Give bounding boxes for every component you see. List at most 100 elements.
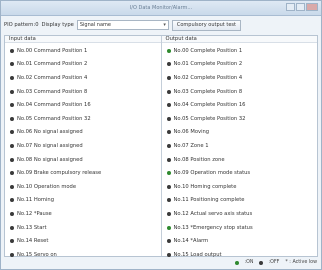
- off-indicator-icon: [166, 184, 171, 189]
- output-signal-label: No.11 Positioning complete: [173, 197, 245, 204]
- compulsory-output-test-button[interactable]: Compulsory output test: [171, 19, 241, 31]
- input-row: No.12 *Pause: [5, 207, 161, 221]
- legend-on-label: :ON: [244, 260, 254, 265]
- off-indicator-icon: [10, 116, 14, 121]
- status-bar: :ON :OFF * : Active low: [1, 256, 321, 269]
- window-title: I/O Data Monitor/Alarm...: [129, 5, 193, 11]
- minimize-button[interactable]: [286, 3, 295, 11]
- off-indicator-icon: [10, 211, 14, 216]
- input-signal-label: No.00 Command Position 1: [17, 47, 88, 54]
- input-signal-label: No.05 Command Position 32: [17, 115, 91, 122]
- output-signal-label: No.03 Complete Position 8: [173, 88, 243, 95]
- off-indicator-icon: [10, 198, 14, 203]
- display-type-select[interactable]: Signal name ▾: [76, 20, 169, 30]
- input-signal-label: No.12 *Pause: [17, 210, 52, 217]
- input-row: No.13 Start: [5, 221, 161, 235]
- input-row: No.05 Command Position 32: [5, 112, 161, 126]
- input-row: No.00 Command Position 1: [5, 44, 161, 58]
- title-bar: I/O Data Monitor/Alarm...: [1, 1, 321, 16]
- output-signal-label: No.05 Complete Position 32: [173, 115, 246, 122]
- input-data-list: No.00 Command Position 1 No.01 Command Po…: [5, 43, 161, 262]
- legend-off-label: :OFF: [268, 260, 280, 265]
- legend-off: :OFF: [259, 260, 279, 265]
- active-low-note: * : Active low: [285, 260, 317, 265]
- off-indicator-icon: [10, 143, 14, 148]
- input-signal-label: No.01 Command Position 2: [17, 61, 88, 68]
- input-row: No.09 Brake compulsory release: [5, 166, 161, 180]
- off-indicator-icon: [10, 184, 14, 189]
- legend-on: :ON: [235, 260, 253, 265]
- input-signal-label: No.06 No signal assigned: [17, 129, 83, 136]
- on-indicator-icon: [235, 260, 240, 265]
- output-signal-label: No.10 Homing complete: [173, 183, 237, 190]
- output-row: No.08 Position zone: [162, 153, 318, 167]
- input-data-header: Input data: [5, 36, 161, 43]
- input-row: No.04 Command Position 16: [5, 98, 161, 112]
- output-data-list: No.00 Complete Position 1 No.01 Complete …: [162, 43, 318, 262]
- output-signal-label: No.13 *Emergency stop status: [173, 224, 253, 231]
- input-row: No.03 Command Position 8: [5, 85, 161, 99]
- off-indicator-icon: [10, 89, 14, 94]
- off-indicator-icon: [166, 157, 171, 162]
- output-signal-label: No.08 Position zone: [173, 156, 225, 163]
- output-signal-label: No.02 Complete Position 4: [173, 74, 243, 81]
- input-row: No.02 Command Position 4: [5, 71, 161, 85]
- off-indicator-icon: [10, 75, 14, 80]
- off-indicator-icon: [10, 239, 14, 244]
- off-indicator-icon: [166, 75, 171, 80]
- output-row: No.09 Operation mode status: [162, 166, 318, 180]
- output-row: No.05 Complete Position 32: [162, 112, 318, 126]
- off-indicator-icon: [10, 103, 14, 108]
- output-row: No.04 Complete Position 16: [162, 98, 318, 112]
- output-row: No.07 Zone 1: [162, 139, 318, 153]
- input-signal-label: No.07 No signal assigned: [17, 142, 83, 149]
- output-row: No.02 Complete Position 4: [162, 71, 318, 85]
- on-indicator-icon: [166, 225, 171, 230]
- io-monitor-window: I/O Data Monitor/Alarm... PIO pattern:0 …: [0, 0, 322, 270]
- output-row: No.03 Complete Position 8: [162, 85, 318, 99]
- output-signal-label: No.07 Zone 1: [173, 142, 209, 149]
- display-type-label: Display type: [41, 22, 74, 28]
- output-signal-label: No.09 Operation mode status: [173, 170, 251, 177]
- input-row: No.01 Command Position 2: [5, 58, 161, 72]
- input-row: No.11 Homing: [5, 194, 161, 208]
- input-signal-label: No.04 Command Position 16: [17, 102, 91, 109]
- input-signal-label: No.03 Command Position 8: [17, 88, 88, 95]
- close-button[interactable]: [306, 3, 318, 11]
- window-controls: [286, 3, 318, 11]
- off-indicator-icon: [10, 130, 14, 135]
- input-signal-label: No.11 Homing: [17, 197, 55, 204]
- off-indicator-icon: [166, 143, 171, 148]
- output-row: No.11 Positioning complete: [162, 194, 318, 208]
- output-signal-label: No.04 Complete Position 16: [173, 102, 246, 109]
- maximize-button[interactable]: [296, 3, 305, 11]
- input-signal-label: No.13 Start: [17, 224, 47, 231]
- off-indicator-icon: [166, 211, 171, 216]
- io-panels: Input data No.00 Command Position 1 No.01…: [4, 35, 318, 258]
- input-signal-label: No.14 Reset: [17, 238, 49, 245]
- output-data-panel: Output data No.00 Complete Position 1 No.…: [160, 36, 317, 258]
- display-type-value: Signal name: [79, 22, 111, 28]
- input-data-panel: Input data No.00 Command Position 1 No.01…: [5, 36, 161, 258]
- input-signal-label: No.09 Brake compulsory release: [17, 170, 102, 177]
- off-indicator-icon: [166, 239, 171, 244]
- off-indicator-icon: [166, 62, 171, 67]
- off-indicator-icon: [166, 103, 171, 108]
- off-indicator-icon: [10, 62, 14, 67]
- input-row: No.08 No signal assigned: [5, 153, 161, 167]
- output-signal-label: No.12 Actual servo axis status: [173, 210, 253, 217]
- off-indicator-icon: [166, 116, 171, 121]
- input-row: No.07 No signal assigned: [5, 139, 161, 153]
- input-row: No.14 Reset: [5, 234, 161, 248]
- output-row: No.12 Actual servo axis status: [162, 207, 318, 221]
- input-signal-label: No.02 Command Position 4: [17, 74, 88, 81]
- output-row: No.01 Complete Position 2: [162, 58, 318, 72]
- input-row: No.06 No signal assigned: [5, 126, 161, 140]
- output-signal-label: No.01 Complete Position 2: [173, 61, 243, 68]
- off-indicator-icon: [10, 48, 14, 53]
- output-signal-label: No.06 Moving: [173, 129, 210, 136]
- off-indicator-icon: [259, 260, 264, 265]
- off-indicator-icon: [166, 89, 171, 94]
- output-signal-label: No.14 *Alarm: [173, 238, 209, 245]
- output-row: No.10 Homing complete: [162, 180, 318, 194]
